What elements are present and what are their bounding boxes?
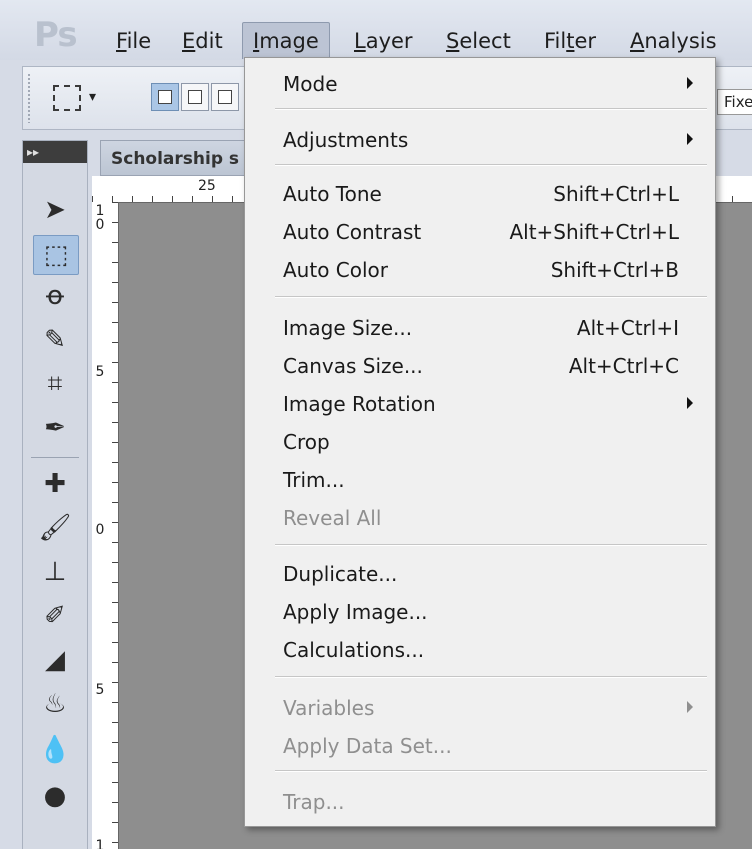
menu-image[interactable]: Image [242, 22, 330, 59]
lasso-tool-icon[interactable]: ꝋ [33, 277, 77, 315]
menu-item-mode[interactable]: Mode [245, 66, 715, 102]
menu-separator [275, 108, 707, 110]
menu-item-duplicate[interactable]: Duplicate... [245, 556, 715, 592]
options-bar-grip[interactable] [27, 73, 31, 123]
menu-bar: Ps File Edit Image Layer Select Filter A… [0, 0, 752, 60]
dodge-tool-icon[interactable]: ● [33, 777, 77, 815]
tool-preset-dropdown-icon[interactable]: ▾ [89, 89, 96, 105]
tools-divider [31, 457, 79, 458]
tools-panel: ▸▸ ➤ ⬚ ꝋ ✎ ⌗ ✒ ✚ 🖌 ⊥ ✐ ◢ ♨ 💧 ● [22, 140, 88, 849]
menu-separator [275, 164, 707, 166]
brush-tool-icon[interactable]: 🖌 [33, 509, 77, 547]
vertical-ruler[interactable]: 1 0 5 0 5 1 [92, 202, 119, 849]
subtract-from-selection-button[interactable] [211, 83, 239, 111]
new-selection-button[interactable] [151, 83, 179, 111]
ruler-label: 0 [95, 522, 105, 538]
ruler-label: 25 [198, 178, 216, 194]
menu-separator [275, 770, 707, 772]
menu-separator [275, 544, 707, 546]
submenu-arrow-icon [687, 77, 693, 89]
clone-stamp-tool-icon[interactable]: ⊥ [33, 553, 77, 591]
move-tool-icon[interactable]: ➤ [33, 191, 77, 229]
blur-tool-icon[interactable]: 💧 [33, 731, 77, 769]
menu-item-image-rotation[interactable]: Image Rotation [245, 386, 715, 422]
menu-file[interactable]: File [116, 26, 151, 56]
menu-item-calculations[interactable]: Calculations... [245, 632, 715, 668]
menu-item-auto-contrast[interactable]: Auto Contrast Alt+Shift+Ctrl+L [245, 214, 715, 250]
image-menu-dropdown: Mode Adjustments Auto Tone Shift+Ctrl+L … [244, 57, 716, 827]
menu-separator [275, 676, 707, 678]
tool-preset-marquee-icon[interactable] [53, 85, 81, 111]
rectangular-marquee-tool-icon[interactable]: ⬚ [33, 235, 79, 275]
history-brush-icon[interactable]: ✐ [33, 597, 77, 635]
spot-healing-brush-icon[interactable]: ✚ [33, 465, 77, 503]
submenu-arrow-icon [687, 701, 693, 713]
menu-filter[interactable]: Filter [544, 26, 596, 56]
ruler-label: 5 [95, 364, 105, 380]
ruler-label: 1 [95, 838, 105, 849]
menu-edit[interactable]: Edit [182, 26, 223, 56]
add-to-selection-button[interactable] [181, 83, 209, 111]
menu-item-reveal-all[interactable]: Reveal All [245, 500, 715, 536]
menu-layer[interactable]: Layer [354, 26, 413, 56]
menu-item-auto-tone[interactable]: Auto Tone Shift+Ctrl+L [245, 176, 715, 212]
eyedropper-tool-icon[interactable]: ✒ [33, 409, 77, 447]
menu-item-crop[interactable]: Crop [245, 424, 715, 460]
menu-item-apply-image[interactable]: Apply Image... [245, 594, 715, 630]
ruler-label: 1 0 [95, 203, 105, 233]
menu-item-apply-data-set[interactable]: Apply Data Set... [245, 728, 715, 764]
menu-item-variables[interactable]: Variables [245, 690, 715, 726]
menu-item-trim[interactable]: Trim... [245, 462, 715, 498]
submenu-arrow-icon [687, 133, 693, 145]
menu-item-canvas-size[interactable]: Canvas Size... Alt+Ctrl+C [245, 348, 715, 384]
submenu-arrow-icon [687, 397, 693, 409]
photoshop-logo: Ps [34, 15, 78, 55]
menu-item-image-size[interactable]: Image Size... Alt+Ctrl+I [245, 310, 715, 346]
crop-tool-icon[interactable]: ⌗ [33, 365, 77, 403]
style-select[interactable]: Fixe [717, 89, 752, 115]
menu-select[interactable]: Select [446, 26, 511, 56]
tools-panel-collapse-icon[interactable]: ▸▸ [23, 141, 87, 163]
photoshop-window: Ps File Edit Image Layer Select Filter A… [0, 0, 752, 849]
menu-analysis[interactable]: Analysis [630, 26, 717, 56]
paint-bucket-icon[interactable]: ♨ [33, 685, 77, 723]
menu-separator [275, 296, 707, 298]
quick-selection-tool-icon[interactable]: ✎ [33, 321, 77, 359]
eraser-tool-icon[interactable]: ◢ [33, 641, 77, 679]
ruler-label: 5 [95, 682, 105, 698]
menu-item-trap[interactable]: Trap... [245, 784, 715, 820]
menu-item-auto-color[interactable]: Auto Color Shift+Ctrl+B [245, 252, 715, 288]
menu-item-adjustments[interactable]: Adjustments [245, 122, 715, 158]
